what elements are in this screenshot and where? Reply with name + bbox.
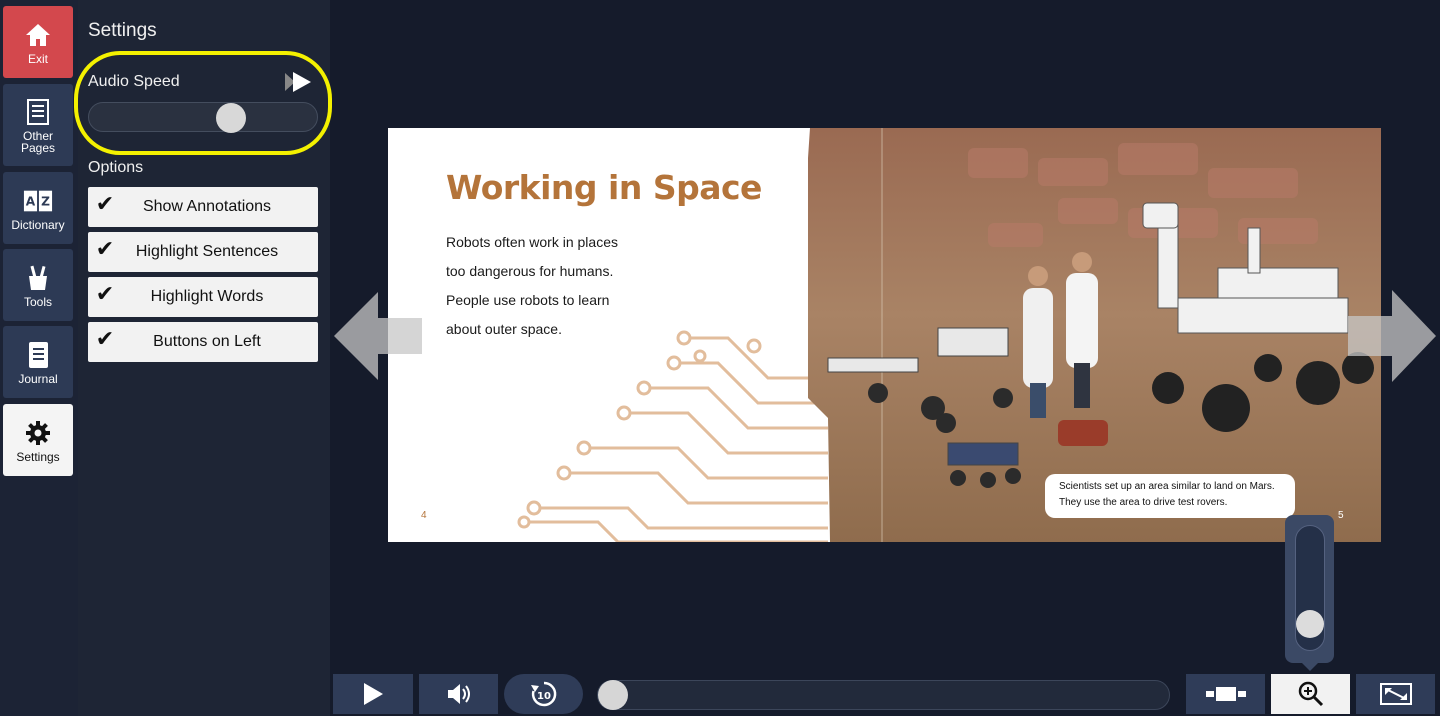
fit-width-icon	[1205, 687, 1246, 701]
journal-button[interactable]: Journal	[3, 326, 73, 398]
body-line: about outer space.	[446, 321, 562, 337]
svg-text:A: A	[26, 194, 36, 208]
page-body-text: Robots often work in places too dangerou…	[446, 228, 706, 344]
exit-label: Exit	[27, 51, 48, 66]
panel-title: Settings	[88, 20, 157, 41]
body-line: Robots often work in places	[446, 234, 618, 250]
audio-speed-knob[interactable]	[216, 103, 246, 133]
photo-caption: Scientists set up an area similar to lan…	[1045, 474, 1295, 518]
other-pages-label: Other Pages	[21, 130, 55, 154]
list-icon	[23, 97, 53, 127]
journal-icon	[23, 340, 53, 370]
left-toolbar: Exit Other Pages AZ Dictionary Tools Jour…	[0, 0, 78, 716]
checkmark-icon: ✔	[95, 236, 115, 261]
home-icon	[23, 20, 53, 50]
option-label: Show Annotations	[142, 198, 272, 215]
option-label: Highlight Sentences	[135, 243, 279, 260]
page-title: Working in Space	[446, 168, 762, 207]
zoom-slider-popup	[1285, 515, 1334, 671]
body-line: too dangerous for humans.	[446, 263, 614, 279]
other-pages-button[interactable]: Other Pages	[3, 84, 73, 166]
playback-progress-slider[interactable]	[597, 680, 1170, 710]
page-number-left: 4	[421, 510, 427, 521]
dictionary-label: Dictionary	[11, 217, 65, 232]
book-spread: Working in Space Robots often work in pl…	[388, 128, 1381, 542]
volume-button[interactable]	[419, 674, 498, 714]
volume-icon	[447, 684, 470, 704]
replay-10-button[interactable]: 10	[504, 674, 583, 714]
option-highlight-sentences[interactable]: ✔ Highlight Sentences	[88, 232, 318, 272]
svg-text:Z: Z	[41, 194, 50, 208]
dictionary-az-icon: AZ	[23, 186, 53, 216]
page-number-right: 5	[1338, 510, 1344, 521]
replay-10-icon: 10	[530, 681, 556, 707]
playback-progress-knob[interactable]	[598, 680, 628, 710]
options-label: Options	[88, 159, 144, 176]
tools-button[interactable]: Tools	[3, 249, 73, 321]
option-highlight-words[interactable]: ✔ Highlight Words	[88, 277, 318, 317]
zoom-slider-knob[interactable]	[1296, 610, 1324, 638]
option-buttons-on-left[interactable]: ✔ Buttons on Left	[88, 322, 318, 362]
audio-preview-play-icon[interactable]	[283, 70, 313, 94]
settings-label: Settings	[16, 449, 60, 464]
audio-speed-label: Audio Speed	[88, 73, 180, 90]
fullscreen-icon	[1379, 683, 1412, 705]
checkmark-icon: ✔	[95, 326, 115, 351]
tools-label: Tools	[23, 294, 52, 309]
play-icon	[364, 683, 383, 705]
fit-page-button[interactable]	[1186, 674, 1265, 714]
journal-label: Journal	[18, 371, 58, 386]
tools-cup-icon	[23, 263, 53, 293]
checkmark-icon: ✔	[95, 191, 115, 216]
option-label: Buttons on Left	[153, 333, 261, 350]
option-label: Highlight Words	[150, 288, 264, 305]
next-page-arrow-icon[interactable]	[1348, 290, 1436, 382]
zoom-slider-track[interactable]	[1295, 525, 1325, 651]
left-page: Working in Space Robots often work in pl…	[388, 128, 828, 542]
exit-button[interactable]: Exit	[3, 6, 73, 78]
gear-icon	[23, 418, 53, 448]
audio-speed-slider[interactable]	[88, 102, 318, 133]
previous-page-arrow-icon[interactable]	[334, 292, 422, 380]
option-show-annotations[interactable]: ✔ Show Annotations	[88, 187, 318, 227]
fullscreen-button[interactable]	[1356, 674, 1435, 714]
play-button[interactable]	[333, 674, 413, 714]
other-pages-label-line2: Pages	[20, 140, 56, 155]
svg-text:10: 10	[537, 691, 551, 702]
zoom-button[interactable]	[1271, 674, 1350, 714]
dictionary-button[interactable]: AZ Dictionary	[3, 172, 73, 244]
zoom-in-icon	[1298, 681, 1323, 707]
checkmark-icon: ✔	[95, 281, 115, 306]
settings-panel: Settings Audio Speed Options ✔ Show Anno…	[78, 0, 330, 716]
body-line: People use robots to learn	[446, 292, 610, 308]
settings-button[interactable]: Settings	[3, 404, 73, 476]
